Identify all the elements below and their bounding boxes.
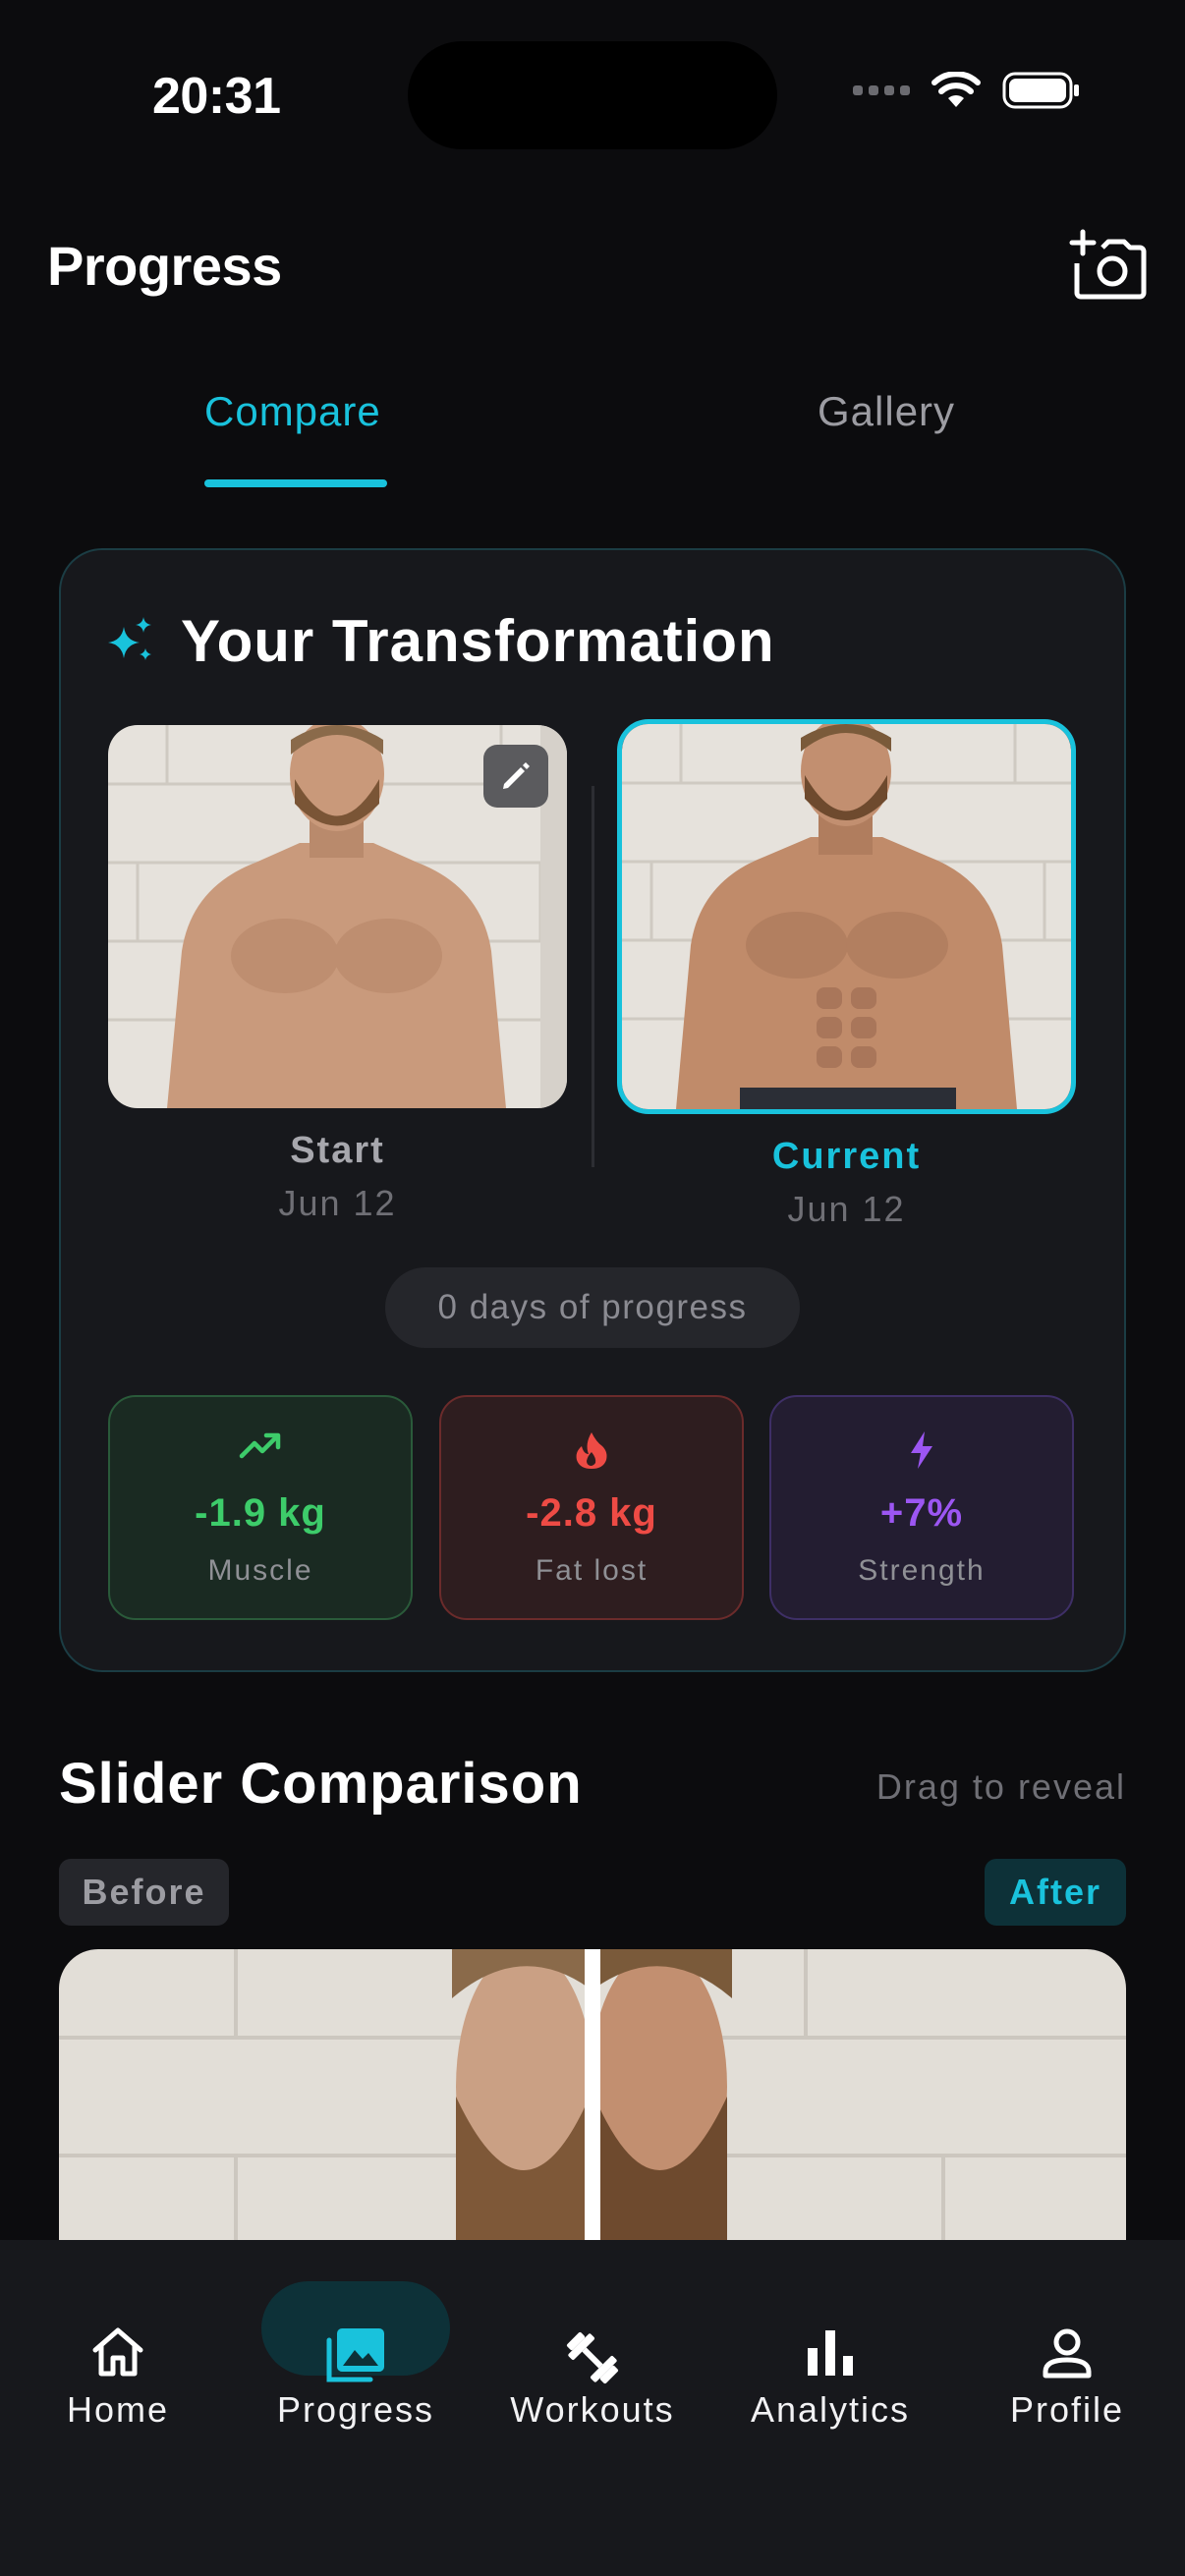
status-icons	[853, 71, 1081, 110]
dynamic-island	[408, 41, 777, 149]
person-icon	[1043, 2328, 1092, 2379]
add-photo-icon	[1069, 229, 1147, 300]
home-icon	[92, 2327, 143, 2377]
stat-fat-card: -2.8 kg Fat lost	[439, 1395, 744, 1620]
add-photo-button[interactable]	[1069, 228, 1148, 307]
bolt-icon	[911, 1431, 932, 1469]
nav-analytics-label: Analytics	[750, 2389, 911, 2430]
active-tab-indicator	[204, 479, 387, 487]
edit-start-photo-button[interactable]	[483, 745, 548, 808]
trending-up-icon	[239, 1432, 281, 1459]
nav-analytics[interactable]: Analytics	[712, 2240, 948, 2436]
photo-divider	[592, 786, 594, 1167]
wifi-icon	[931, 72, 981, 107]
start-label: Start	[290, 1130, 385, 1171]
slider-image	[59, 1949, 1126, 2244]
current-photo-image	[622, 724, 1071, 1109]
tab-compare[interactable]: Compare	[204, 388, 381, 435]
nav-home[interactable]: Home	[0, 2240, 236, 2436]
tab-gallery[interactable]: Gallery	[818, 388, 955, 435]
photo-library-icon	[326, 2328, 384, 2382]
current-date: Jun 12	[787, 1189, 906, 1229]
nav-profile[interactable]: Profile	[949, 2240, 1185, 2436]
stat-muscle-card: -1.9 kg Muscle	[108, 1395, 413, 1620]
status-time: 20:31	[152, 68, 281, 125]
nav-workouts-label: Workouts	[510, 2389, 675, 2430]
tab-bar: Compare Gallery	[0, 388, 1185, 491]
slider-comparison-image[interactable]	[59, 1949, 1126, 2244]
slider-section-title: Slider Comparison	[59, 1752, 583, 1816]
stat-strength-value: +7%	[879, 1491, 964, 1535]
transformation-title: Your Transformation	[181, 608, 775, 674]
current-photo[interactable]	[617, 719, 1076, 1114]
bar-chart-icon	[808, 2330, 853, 2376]
stat-strength-label: Strength	[858, 1554, 986, 1587]
before-tag: Before	[59, 1859, 229, 1926]
days-progress-badge: 0 days of progress	[385, 1267, 800, 1348]
stat-muscle-value: -1.9 kg	[195, 1491, 326, 1535]
start-date: Jun 12	[278, 1183, 397, 1223]
page-title: Progress	[47, 235, 282, 297]
nav-profile-label: Profile	[1009, 2389, 1125, 2430]
nav-progress-label: Progress	[276, 2389, 435, 2430]
nav-home-label: Home	[66, 2389, 170, 2430]
dumbbell-icon	[566, 2331, 619, 2384]
sparkle-icon	[108, 617, 151, 660]
stat-fat-label: Fat lost	[535, 1554, 649, 1587]
nav-workouts[interactable]: Workouts	[475, 2240, 710, 2436]
pencil-icon	[503, 762, 530, 789]
drag-hint: Drag to reveal	[875, 1766, 1126, 1807]
after-tag: After	[985, 1859, 1126, 1926]
cellular-signal-icon	[853, 85, 910, 95]
nav-progress[interactable]: Progress	[238, 2240, 474, 2436]
current-label: Current	[771, 1136, 922, 1177]
battery-icon	[1002, 72, 1079, 109]
stat-strength-card: +7% Strength	[769, 1395, 1074, 1620]
stat-fat-value: -2.8 kg	[526, 1491, 657, 1535]
stat-muscle-label: Muscle	[207, 1554, 313, 1587]
flame-icon	[576, 1432, 607, 1469]
